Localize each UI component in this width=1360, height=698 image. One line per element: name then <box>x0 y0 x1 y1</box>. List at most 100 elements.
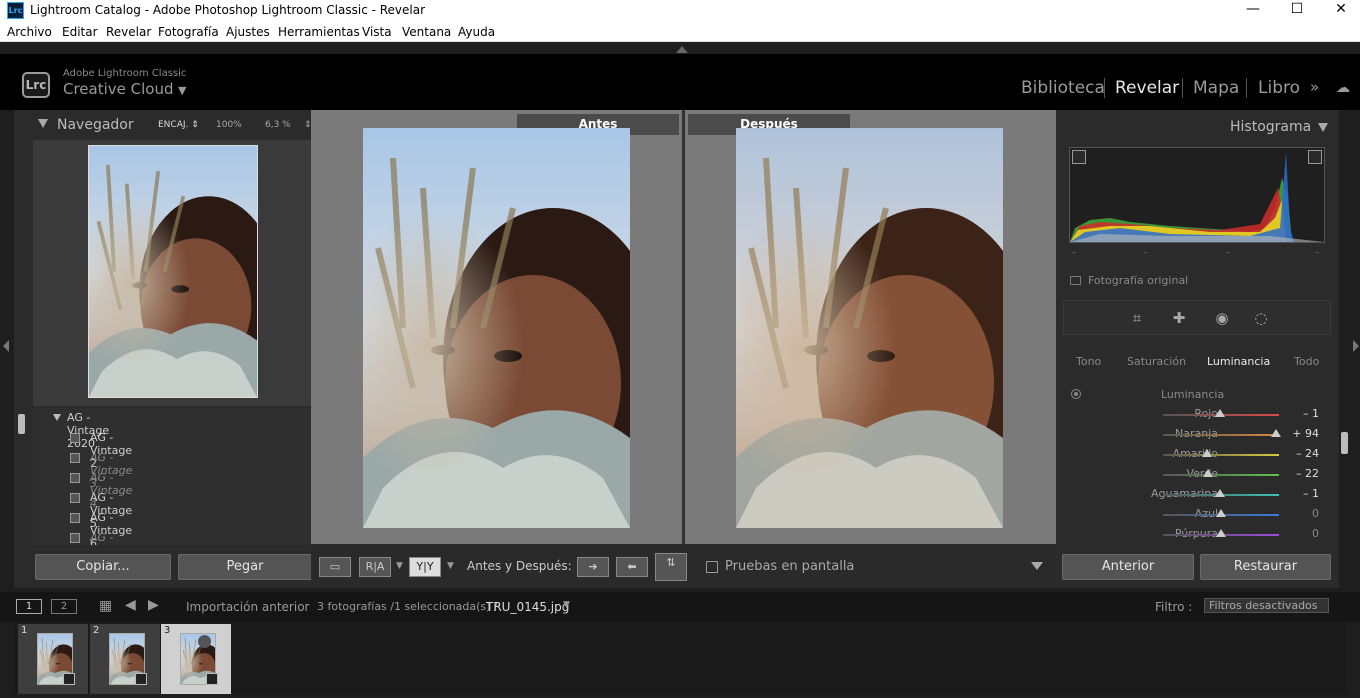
menu-archivo[interactable]: Archivo <box>7 25 52 39</box>
grid-icon[interactable]: ▦ <box>99 598 112 614</box>
zoom-100[interactable]: 100% <box>216 120 242 130</box>
hsl-row-rojo[interactable]: Rojo– 1 <box>1063 404 1331 424</box>
before-after-split-button[interactable]: Y|Y <box>409 557 441 577</box>
menu-ventana[interactable]: Ventana <box>402 25 451 39</box>
back-arrow-icon[interactable]: ◀ <box>125 597 136 613</box>
crop-icon[interactable]: ⌗ <box>1127 308 1147 328</box>
hsl-slider-thumb[interactable] <box>1216 509 1226 517</box>
swap-before-after-button[interactable]: ⇅ <box>655 553 687 581</box>
filter-select[interactable]: Filtros desactivados <box>1204 598 1329 613</box>
menu-ayuda[interactable]: Ayuda <box>458 25 495 39</box>
after-photo[interactable] <box>736 128 1003 528</box>
tab-luminancia[interactable]: Luminancia <box>1207 355 1270 368</box>
forward-arrow-icon[interactable]: ▶ <box>148 597 159 613</box>
tab-todo[interactable]: Todo <box>1294 355 1319 368</box>
hsl-row-azul[interactable]: Azul0 <box>1063 504 1331 524</box>
paste-button[interactable]: Pegar <box>178 554 312 580</box>
right-panel-scrollbar[interactable] <box>1341 432 1348 454</box>
menu-ajustes[interactable]: Ajustes <box>226 25 270 39</box>
before-photo[interactable] <box>363 128 630 528</box>
hsl-row-verde[interactable]: Verde– 22 <box>1063 464 1331 484</box>
original-photo-checkbox[interactable] <box>1070 276 1081 285</box>
hsl-slider-thumb[interactable] <box>1202 449 1213 457</box>
masking-icon[interactable]: ◌ <box>1251 308 1271 328</box>
toolbar-menu-caret-icon[interactable] <box>1031 562 1043 570</box>
menu-fotografia[interactable]: Fotografía <box>158 25 219 39</box>
module-biblioteca[interactable]: Biblioteca <box>1021 78 1105 98</box>
hsl-slider-thumb[interactable] <box>1270 429 1281 437</box>
loupe-view-button[interactable]: ▭ <box>319 557 351 577</box>
copy-before-to-after-button[interactable]: ➔ <box>577 557 609 577</box>
left-panel-collapse-icon[interactable] <box>3 340 9 352</box>
maximize-button[interactable]: ☐ <box>1274 0 1320 22</box>
reset-button[interactable]: Restaurar <box>1200 554 1331 580</box>
filename-caret-icon[interactable]: ▼ <box>563 600 570 610</box>
hsl-row-value[interactable]: – 22 <box>1296 467 1319 480</box>
navigator-preview[interactable] <box>33 140 311 406</box>
copy-button[interactable]: Copiar... <box>35 554 171 580</box>
zoom-custom[interactable]: 6,3 % <box>265 120 291 130</box>
top-panel-collapse-icon[interactable] <box>676 46 688 53</box>
module-libro[interactable]: Libro <box>1258 78 1300 98</box>
second-screen-button[interactable]: 2 <box>51 599 77 614</box>
navigator-thumbnail[interactable] <box>87 144 280 399</box>
collapse-triangle-icon[interactable] <box>1318 123 1328 132</box>
histogram[interactable] <box>1069 147 1325 243</box>
identity-caret-icon[interactable]: ▼ <box>178 84 186 97</box>
hsl-row-value[interactable]: – 1 <box>1303 487 1319 500</box>
module-mapa[interactable]: Mapa <box>1193 78 1239 98</box>
menu-editar[interactable]: Editar <box>62 25 98 39</box>
module-revelar[interactable]: Revelar <box>1115 78 1179 98</box>
hsl-slider-thumb[interactable] <box>1214 489 1225 497</box>
collapse-triangle-icon[interactable] <box>38 119 48 128</box>
expand-triangle-icon[interactable] <box>53 414 61 421</box>
main-screen-button[interactable]: 1 <box>16 599 42 614</box>
hsl-slider-track[interactable] <box>1163 434 1279 436</box>
tab-saturacion[interactable]: Saturación <box>1127 355 1186 368</box>
highlight-clipping-icon[interactable] <box>1308 150 1322 164</box>
hsl-row-aguamarina[interactable]: Aguamarina– 1 <box>1063 484 1331 504</box>
identity-name[interactable]: Creative Cloud <box>63 80 174 98</box>
hsl-row-naranja[interactable]: Naranja+ 94 <box>1063 424 1331 444</box>
right-panel-collapse-icon[interactable] <box>1353 340 1359 352</box>
minimize-button[interactable]: — <box>1230 0 1276 22</box>
healing-icon[interactable]: ✚ <box>1169 308 1189 328</box>
left-panel-scrollbar[interactable] <box>18 414 25 434</box>
filename[interactable]: TRU_0145.jpg <box>486 600 569 614</box>
navigator-header[interactable]: Navegador ENCAJ. ⇕ 100% 6,3 % ⇕ <box>14 110 312 140</box>
hsl-slider-track[interactable] <box>1163 474 1279 476</box>
hsl-row-value[interactable]: 0 <box>1312 527 1319 540</box>
hsl-row-value[interactable]: – 24 <box>1296 447 1319 460</box>
tab-tono[interactable]: Tono <box>1076 355 1101 368</box>
hsl-row-value[interactable]: – 1 <box>1303 407 1319 420</box>
before-after-lr-button[interactable]: R|A <box>359 557 391 577</box>
hsl-row-value[interactable]: 0 <box>1312 507 1319 520</box>
close-button[interactable]: ✕ <box>1318 0 1360 22</box>
menu-herramientas[interactable]: Herramientas <box>278 25 360 39</box>
copy-after-to-before-button[interactable]: ⬅ <box>616 557 648 577</box>
cloud-sync-icon[interactable]: ☁ <box>1336 80 1350 96</box>
targeted-adjustment-icon[interactable] <box>1071 389 1081 399</box>
previous-button[interactable]: Anterior <box>1062 554 1194 580</box>
shadow-clipping-icon[interactable] <box>1072 150 1086 164</box>
menu-revelar[interactable]: Revelar <box>106 25 151 39</box>
soft-proof-checkbox[interactable] <box>706 561 718 573</box>
hsl-row-value[interactable]: + 94 <box>1292 427 1319 440</box>
filmstrip-thumb[interactable]: 1 <box>18 624 88 694</box>
more-modules-icon[interactable]: » <box>1310 78 1319 96</box>
filmstrip-thumb-selected[interactable]: 3 <box>161 624 231 694</box>
hsl-slider-thumb[interactable] <box>1203 469 1214 477</box>
hsl-row-púrpura[interactable]: Púrpura0 <box>1063 524 1331 544</box>
filmstrip-thumb[interactable]: 2 <box>90 624 160 694</box>
dropdown-caret-icon[interactable]: ▼ <box>447 561 454 571</box>
red-eye-icon[interactable]: ◉ <box>1212 308 1232 328</box>
arrow-left-icon: ⬅ <box>627 560 637 573</box>
hsl-row-amarillo[interactable]: Amarillo– 24 <box>1063 444 1331 464</box>
dropdown-caret-icon[interactable]: ▼ <box>396 561 403 571</box>
menu-vista[interactable]: Vista <box>362 25 392 39</box>
filmstrip-source[interactable]: Importación anterior <box>186 600 309 614</box>
hsl-slider-thumb[interactable] <box>1214 409 1225 417</box>
zoom-fit[interactable]: ENCAJ. ⇕ <box>158 120 199 130</box>
hsl-slider-thumb[interactable] <box>1216 529 1226 537</box>
hsl-slider-track[interactable] <box>1163 454 1279 456</box>
